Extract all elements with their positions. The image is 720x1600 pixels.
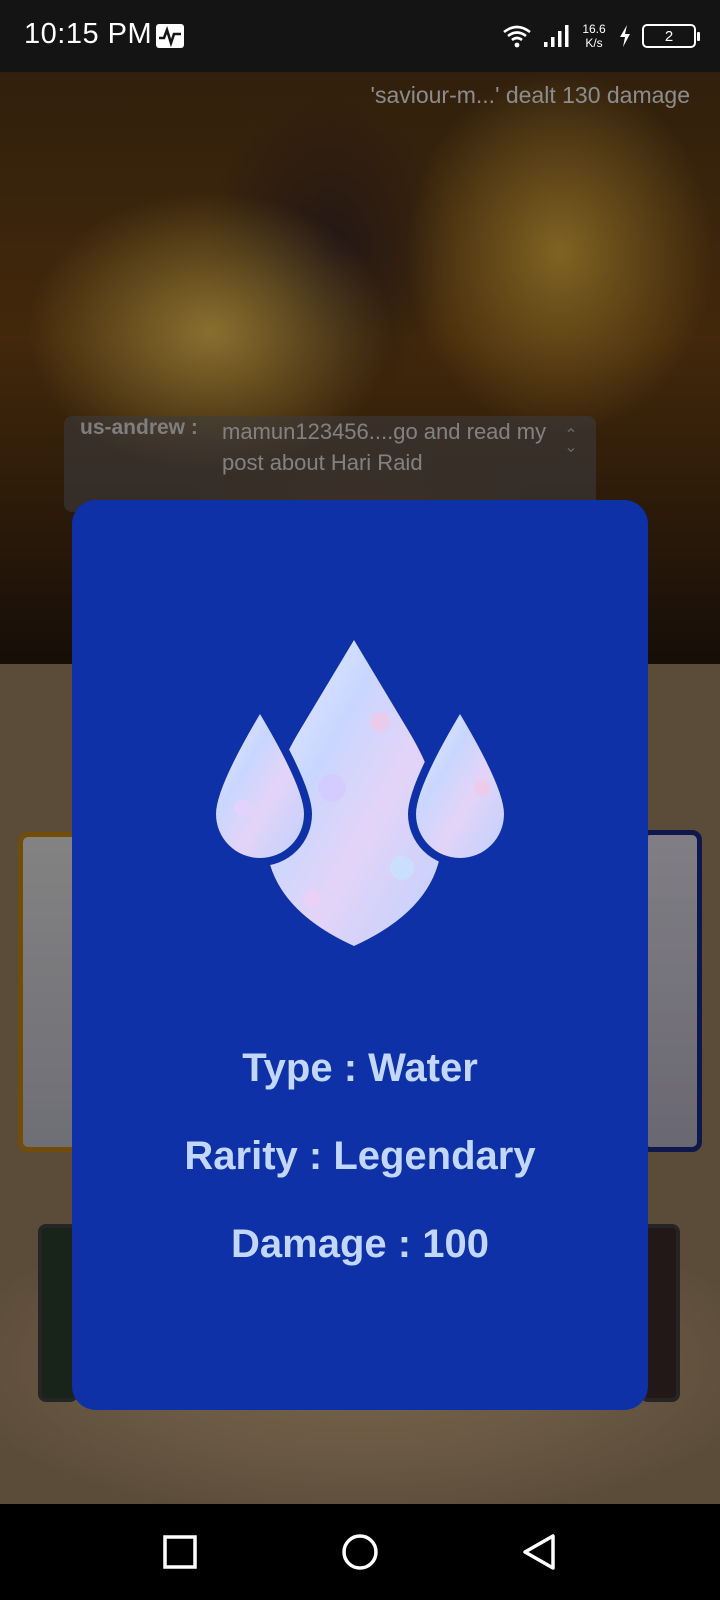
status-time: 10:15 PM bbox=[24, 18, 153, 50]
system-nav-bar bbox=[0, 1504, 720, 1600]
wifi-icon bbox=[503, 25, 531, 48]
activity-icon bbox=[156, 24, 184, 48]
battery-icon: 2 bbox=[642, 24, 700, 48]
element-type: Type : Water bbox=[242, 1046, 478, 1090]
home-button[interactable] bbox=[340, 1532, 380, 1572]
signal-icon bbox=[544, 25, 569, 47]
charging-icon bbox=[620, 25, 630, 47]
status-icons: 16.6 K/s 2 bbox=[502, 18, 700, 54]
element-rarity: Rarity : Legendary bbox=[184, 1134, 536, 1178]
element-info-modal[interactable]: Type : Water Rarity : Legendary Damage :… bbox=[72, 500, 648, 1410]
net-speed: 16.6 K/s bbox=[582, 22, 606, 50]
status-bar: 10:15 PM 16.6 K/s 2 bbox=[0, 0, 720, 72]
water-drops-icon bbox=[212, 640, 508, 946]
battery-level: 2 bbox=[664, 27, 674, 45]
recent-apps-button[interactable] bbox=[160, 1532, 200, 1572]
element-damage: Damage : 100 bbox=[231, 1222, 489, 1266]
back-button[interactable] bbox=[520, 1532, 560, 1572]
